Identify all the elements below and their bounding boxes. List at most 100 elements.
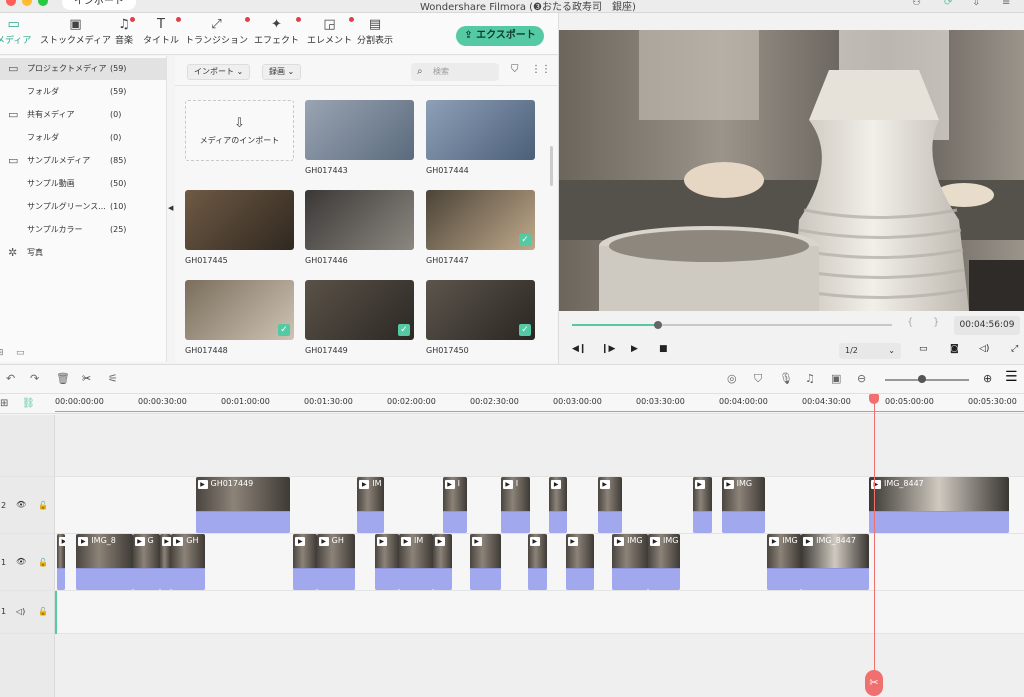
window-minimize-button[interactable] bbox=[22, 0, 32, 6]
media-thumbnail[interactable]: ✓ bbox=[185, 280, 294, 340]
timeline-clip[interactable]: ▶ G bbox=[132, 534, 160, 590]
zoom-in-icon[interactable]: ⊕ bbox=[983, 372, 992, 385]
sidebar-item[interactable]: ▭ プロジェクトメディア (59) bbox=[0, 58, 167, 80]
split-scissors-icon[interactable]: ✂ bbox=[82, 372, 91, 385]
mark-in-button[interactable]: { bbox=[907, 317, 913, 328]
eye-icon[interactable]: 👁 bbox=[16, 500, 26, 509]
filter-icon[interactable]: ⛉ bbox=[511, 64, 519, 75]
playback-quality-select[interactable]: 1/2 ⌄ bbox=[839, 343, 901, 359]
playhead-handle[interactable] bbox=[869, 394, 879, 404]
import-dropdown[interactable]: インポート ⌄ bbox=[187, 64, 251, 80]
zoom-out-icon[interactable]: ⊖ bbox=[857, 372, 866, 385]
track-layout-icon[interactable]: ☰ bbox=[1005, 369, 1018, 385]
undo-icon[interactable]: ↶ bbox=[6, 372, 15, 385]
preview-progress-bar[interactable] bbox=[572, 321, 892, 329]
timeline-clip[interactable]: ▶ GH bbox=[316, 534, 356, 590]
redo-icon[interactable]: ↷ bbox=[30, 372, 39, 385]
timeline-clip[interactable]: ▶ IMG bbox=[721, 477, 766, 533]
volume-icon[interactable]: ◁) bbox=[979, 344, 989, 354]
sidebar-item[interactable]: サンプル動画 (50) bbox=[0, 173, 167, 195]
media-thumbnail[interactable]: ✓ bbox=[426, 280, 535, 340]
timeline-clip[interactable]: ▶ IMG bbox=[612, 534, 649, 590]
window-maximize-button[interactable] bbox=[38, 0, 48, 6]
timeline-clip[interactable]: ▶ bbox=[692, 477, 712, 533]
previous-frame-button[interactable]: ◀❙ bbox=[572, 344, 586, 354]
folder-icon[interactable]: ▭ bbox=[16, 348, 25, 358]
lock-icon[interactable]: 🔓 bbox=[38, 501, 48, 510]
snapshot-camera-icon[interactable]: ◙ bbox=[950, 344, 959, 354]
timeline-clip[interactable]: ▶ IM bbox=[357, 477, 385, 533]
tool-title-text[interactable]: T タイトル bbox=[143, 17, 182, 46]
sidebar-item[interactable]: ✲ 写真 bbox=[0, 242, 167, 264]
window-close-button[interactable] bbox=[6, 0, 16, 6]
timeline-clip[interactable]: ▶ GH017449 bbox=[195, 477, 291, 533]
tool-music-note[interactable]: ♫ 音楽 bbox=[115, 17, 136, 46]
link-icon[interactable]: ⛓ bbox=[22, 398, 35, 409]
media-thumbnail[interactable]: ✓ bbox=[426, 190, 535, 250]
timeline-clip[interactable]: ▶ bbox=[597, 477, 622, 533]
preview-progress-knob[interactable] bbox=[654, 321, 663, 329]
media-scrollbar[interactable] bbox=[550, 146, 553, 186]
import-tab[interactable]: インポート bbox=[62, 0, 136, 10]
tool-split-screen[interactable]: ▤ 分割表示 bbox=[357, 17, 393, 46]
timeline-clip[interactable]: ▶ IMG bbox=[648, 534, 680, 590]
display-icon[interactable]: ▭ bbox=[919, 344, 928, 354]
timeline-clip[interactable]: ▶ bbox=[159, 534, 172, 590]
timeline-clip[interactable]: ▶ IMG_8447 bbox=[801, 534, 869, 590]
search-input[interactable]: ⌕ 検索 bbox=[411, 63, 499, 81]
import-media-card[interactable]: ⇩ メディアのインポート bbox=[185, 100, 294, 161]
next-frame-button[interactable]: ❙▶ bbox=[601, 344, 615, 354]
adjust-icon[interactable]: ⚟ bbox=[108, 372, 118, 385]
playhead-scissors-button[interactable]: ✂ bbox=[865, 670, 883, 696]
timeline-clip[interactable]: ▶ IMG_8 bbox=[76, 534, 133, 590]
timeline-clip[interactable]: ▶ bbox=[374, 534, 399, 590]
media-thumbnail[interactable] bbox=[305, 100, 414, 160]
zoom-slider-knob[interactable] bbox=[918, 375, 926, 383]
record-dropdown[interactable]: 録画 ⌄ bbox=[262, 64, 302, 80]
mark-out-button[interactable]: } bbox=[933, 317, 939, 328]
eye-icon[interactable]: 👁 bbox=[16, 557, 26, 566]
tool-photo-folder[interactable]: ▣ ストックメディア bbox=[40, 17, 111, 46]
timeline-clip[interactable]: ▶ bbox=[293, 534, 317, 590]
notification-icon[interactable]: ≡ bbox=[1002, 0, 1010, 8]
media-thumbnail[interactable]: ✓ bbox=[305, 280, 414, 340]
media-thumbnail[interactable] bbox=[426, 100, 535, 160]
account-icon[interactable]: ⚇ bbox=[912, 0, 921, 8]
sidebar-item[interactable]: ▭ 共有メディア (0) bbox=[0, 104, 167, 126]
speaker-icon[interactable]: ◁) bbox=[16, 607, 25, 616]
timeline-clip[interactable]: ▶ bbox=[469, 534, 501, 590]
timeline-clip[interactable]: ▶ I bbox=[442, 477, 467, 533]
timeline-clip[interactable]: ▶ bbox=[56, 534, 65, 590]
tool-transition[interactable]: ⤢ トランジション bbox=[185, 17, 251, 46]
audio-mixer-icon[interactable]: ♫ bbox=[805, 372, 815, 385]
zoom-slider-track[interactable] bbox=[885, 379, 969, 381]
timeline-clip[interactable]: ▶ IMG bbox=[767, 534, 802, 590]
add-track-icon[interactable]: ⊞ bbox=[0, 398, 8, 409]
add-folder-icon[interactable]: ⊞ bbox=[0, 348, 4, 358]
sync-icon[interactable]: ⟳ bbox=[944, 0, 952, 8]
timeline-clip[interactable]: ▶ bbox=[432, 534, 453, 590]
export-button[interactable]: ⇪ エクスポート bbox=[456, 26, 544, 46]
delete-icon[interactable]: 🗑 bbox=[56, 372, 70, 385]
timeline-clip[interactable]: ▶ IM bbox=[398, 534, 433, 590]
sidebar-item[interactable]: サンプルカラー (25) bbox=[0, 219, 167, 241]
sidebar-item[interactable]: ▭ サンプルメディア (85) bbox=[0, 150, 167, 172]
playhead-line[interactable] bbox=[874, 398, 875, 680]
timeline-clip[interactable]: ▶ GH bbox=[171, 534, 206, 590]
stop-button[interactable]: ■ bbox=[659, 344, 668, 354]
sidebar-item[interactable]: フォルダ (59) bbox=[0, 81, 167, 103]
timeline-clip[interactable]: ▶ bbox=[565, 534, 594, 590]
media-thumbnail[interactable] bbox=[305, 190, 414, 250]
collapse-sidebar-icon[interactable]: ◀ bbox=[168, 204, 173, 212]
render-icon[interactable]: ◎ bbox=[727, 372, 737, 385]
sidebar-item[interactable]: サンプルグリーンス... (10) bbox=[0, 196, 167, 218]
caption-icon[interactable]: ▣ bbox=[831, 372, 841, 385]
tool-element[interactable]: ◲ エレメント bbox=[307, 17, 355, 46]
media-thumbnail[interactable] bbox=[185, 190, 294, 250]
lock-icon[interactable]: 🔓 bbox=[38, 607, 48, 616]
play-button[interactable]: ▶ bbox=[631, 344, 638, 354]
marker-icon[interactable]: ⛉ bbox=[754, 372, 762, 386]
download-icon[interactable]: ⇩ bbox=[972, 0, 980, 8]
timeline-clip[interactable]: ▶ I bbox=[500, 477, 530, 533]
grid-view-icon[interactable]: ⋮⋮ bbox=[531, 64, 551, 75]
